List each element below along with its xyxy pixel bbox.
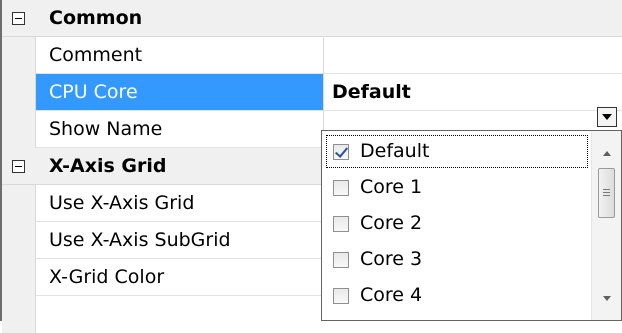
grip-line [603, 195, 610, 196]
dropdown-item-core-2[interactable]: Core 2 [326, 207, 588, 240]
row-margin [2, 74, 36, 111]
row-margin [2, 185, 36, 222]
property-name: Show Name [36, 111, 324, 148]
cpu-core-dropdown-list[interactable]: Default Core 1 Core 2 Core 3 Core 4 [321, 130, 622, 321]
dropdown-item-core-4[interactable]: Core 4 [326, 279, 588, 312]
row-margin [2, 296, 36, 333]
checkbox[interactable] [333, 288, 349, 304]
row-margin [2, 111, 36, 148]
dropdown-item-label: Core 1 [360, 176, 423, 198]
scroll-down-arrow-icon[interactable] [603, 296, 611, 301]
dropdown-item-label: Default [360, 140, 430, 162]
property-row-cpu-core[interactable]: CPU Core Default [2, 74, 622, 111]
scroll-up-arrow-icon[interactable] [603, 151, 611, 156]
dropdown-item-core-3[interactable]: Core 3 [326, 243, 588, 276]
category-label: X-Axis Grid [49, 155, 167, 177]
dropdown-item-default[interactable]: Default [326, 135, 588, 168]
scrollbar-thumb[interactable] [598, 168, 615, 218]
property-name: Use X-Axis Grid [36, 185, 324, 222]
checkbox[interactable] [333, 180, 349, 196]
dropdown-scrollbar[interactable] [591, 131, 621, 320]
property-name: Use X-Axis SubGrid [36, 222, 324, 259]
property-row-comment[interactable]: Comment [2, 37, 622, 74]
property-name: CPU Core [36, 74, 324, 111]
property-value[interactable]: Default [324, 74, 622, 111]
dropdown-item-label: Core 3 [360, 248, 423, 270]
category-common[interactable]: Common [2, 0, 622, 37]
collapse-minus-icon[interactable] [12, 160, 25, 173]
row-margin [2, 37, 36, 74]
property-name: Comment [36, 37, 324, 74]
dropdown-item-label: Core 2 [360, 212, 423, 234]
grip-line [603, 192, 610, 193]
row-margin [2, 259, 36, 296]
property-name: X-Grid Color [36, 259, 324, 296]
checkbox-checked[interactable] [333, 144, 349, 160]
chevron-down-icon [602, 114, 612, 120]
dropdown-item-core-1[interactable]: Core 1 [326, 171, 588, 204]
row-margin [2, 222, 36, 259]
checkbox[interactable] [333, 216, 349, 232]
dropdown-item-label: Core 4 [360, 284, 423, 306]
property-value[interactable] [324, 37, 622, 74]
cpu-core-dropdown-button[interactable] [597, 107, 617, 127]
checkbox[interactable] [333, 252, 349, 268]
grip-line [603, 189, 610, 190]
category-label: Common [49, 7, 143, 29]
collapse-minus-icon[interactable] [12, 12, 25, 25]
